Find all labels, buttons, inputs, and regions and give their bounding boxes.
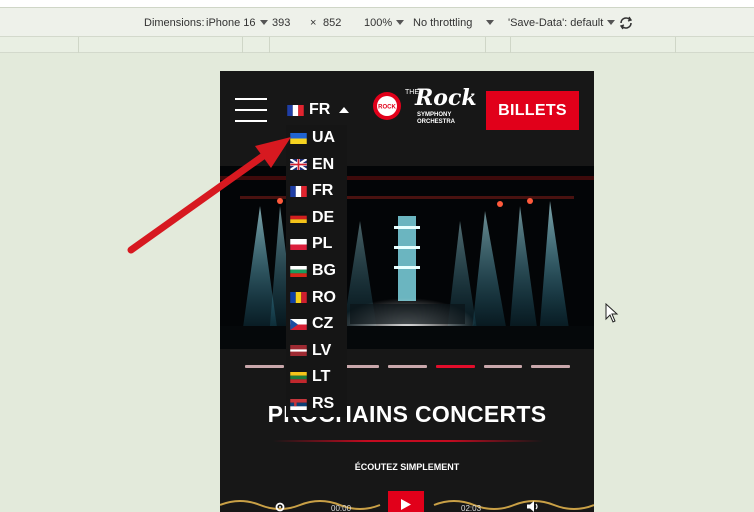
device-select[interactable]: iPhone 16 bbox=[206, 17, 268, 29]
language-option-fr[interactable]: FR bbox=[290, 180, 333, 202]
serbia-flag-icon bbox=[290, 398, 307, 410]
language-option-lt[interactable]: LT bbox=[290, 366, 330, 388]
language-option-ro[interactable]: RO bbox=[290, 287, 336, 309]
uk-flag-icon bbox=[290, 159, 307, 171]
carousel-dot[interactable] bbox=[531, 365, 571, 368]
carousel-dot[interactable] bbox=[388, 365, 427, 368]
audio-player: 00:00 02:03 bbox=[220, 485, 594, 512]
concert-stage-image bbox=[220, 166, 594, 349]
logo-word-orchestra: ORCHESTRA bbox=[417, 119, 456, 125]
media-query-segment[interactable] bbox=[485, 37, 510, 53]
logo-word-rock: Rock bbox=[415, 85, 477, 111]
language-selector[interactable]: FR bbox=[287, 101, 350, 119]
zoom-value: 100% bbox=[364, 17, 393, 29]
carousel-dot[interactable] bbox=[245, 365, 284, 368]
language-option-lv[interactable]: LV bbox=[290, 340, 331, 362]
language-option-label: RO bbox=[312, 288, 336, 306]
language-option-de[interactable]: DE bbox=[290, 207, 334, 229]
language-option-label: DE bbox=[312, 208, 335, 226]
language-option-label: LV bbox=[312, 341, 332, 359]
width-input[interactable]: 393 bbox=[272, 17, 290, 29]
rotate-icon[interactable] bbox=[617, 14, 635, 32]
chevron-down-icon bbox=[259, 20, 268, 25]
listen-heading: ÉCOUTEZ SIMPLEMENT bbox=[354, 462, 460, 472]
play-button[interactable] bbox=[388, 491, 424, 512]
language-option-rs[interactable]: RS bbox=[290, 393, 334, 415]
media-query-segment[interactable] bbox=[510, 37, 675, 53]
dimensions-label: Dimensions: bbox=[144, 17, 205, 29]
language-option-label: BG bbox=[312, 262, 336, 279]
media-query-segment[interactable] bbox=[242, 37, 269, 53]
language-option-label: PL bbox=[312, 235, 333, 253]
language-option-label: UA bbox=[312, 129, 336, 146]
language-option-label: LT bbox=[312, 368, 331, 386]
carousel-dot[interactable] bbox=[483, 365, 523, 368]
site-logo[interactable]: ROCK THE Rock SYMPHONY ORCHESTRA bbox=[372, 85, 477, 127]
language-option-label: EN bbox=[312, 155, 335, 173]
title-underline bbox=[273, 440, 543, 442]
tickets-button[interactable]: BILLETS bbox=[486, 91, 579, 130]
duration-time: 02:03 bbox=[461, 504, 482, 512]
media-query-segment[interactable] bbox=[269, 37, 485, 53]
language-option-bg[interactable]: BG bbox=[290, 260, 336, 282]
ukraine-flag-icon bbox=[290, 132, 307, 144]
mobile-viewport: FR ROCK THE Rock SYMPHONY ORCHESTRA BILL… bbox=[220, 71, 594, 512]
mouse-cursor-icon bbox=[605, 303, 619, 323]
media-query-segment[interactable] bbox=[675, 37, 754, 53]
romania-flag-icon bbox=[290, 292, 307, 304]
language-option-ua[interactable]: UA bbox=[290, 127, 335, 149]
dimension-times: × bbox=[310, 17, 317, 29]
lithuania-flag-icon bbox=[290, 371, 307, 383]
save-data-select[interactable]: 'Save-Data': default bbox=[508, 17, 616, 29]
current-language: FR bbox=[309, 101, 331, 118]
language-dropdown: UA EN FR DE PL BG RO CZ LV LT RS bbox=[286, 125, 347, 417]
media-query-segment[interactable] bbox=[78, 37, 242, 53]
france-flag-icon bbox=[290, 185, 307, 197]
carousel-dot[interactable] bbox=[435, 365, 475, 368]
poland-flag-icon bbox=[290, 238, 307, 250]
throttling-select[interactable]: No throttling bbox=[413, 17, 495, 29]
height-input[interactable]: 852 bbox=[323, 17, 341, 29]
devtools-top-strip bbox=[0, 0, 754, 8]
chevron-up-icon bbox=[339, 107, 350, 113]
save-data-value: 'Save-Data': default bbox=[508, 17, 604, 29]
hamburger-menu-icon[interactable] bbox=[235, 98, 267, 122]
france-flag-icon bbox=[287, 104, 304, 116]
chevron-down-icon bbox=[607, 20, 616, 25]
language-option-label: RS bbox=[312, 395, 335, 412]
language-option-label: FR bbox=[312, 182, 334, 200]
logo-word-symphony: SYMPHONY bbox=[417, 112, 452, 118]
device-toolbar: Dimensions: iPhone 16 393 × 852 100% No … bbox=[0, 8, 754, 37]
play-icon bbox=[401, 499, 411, 510]
bulgaria-flag-icon bbox=[290, 265, 307, 277]
language-option-en[interactable]: EN bbox=[290, 154, 334, 176]
latvia-flag-icon bbox=[290, 345, 307, 357]
device-name: iPhone 16 bbox=[206, 17, 256, 29]
media-query-bar bbox=[0, 37, 754, 53]
zoom-select[interactable]: 100% bbox=[364, 17, 405, 29]
germany-flag-icon bbox=[290, 212, 307, 224]
logo-badge-icon: ROCK bbox=[373, 92, 401, 120]
chevron-down-icon bbox=[486, 20, 495, 25]
settings-icon[interactable] bbox=[275, 502, 285, 512]
volume-icon[interactable] bbox=[527, 501, 539, 512]
language-option-label: CZ bbox=[312, 315, 334, 333]
page-title: PROCHAINS CONCERTS bbox=[267, 401, 547, 427]
language-option-pl[interactable]: PL bbox=[290, 233, 332, 255]
language-option-cz[interactable]: CZ bbox=[290, 313, 333, 335]
chevron-down-icon bbox=[396, 20, 405, 25]
logo-wordmark: THE Rock SYMPHONY ORCHESTRA bbox=[405, 85, 477, 127]
throttling-value: No throttling bbox=[413, 17, 473, 29]
elapsed-time: 00:00 bbox=[331, 504, 352, 512]
czech-flag-icon bbox=[290, 318, 307, 330]
logo-badge-text: ROCK bbox=[378, 105, 396, 111]
